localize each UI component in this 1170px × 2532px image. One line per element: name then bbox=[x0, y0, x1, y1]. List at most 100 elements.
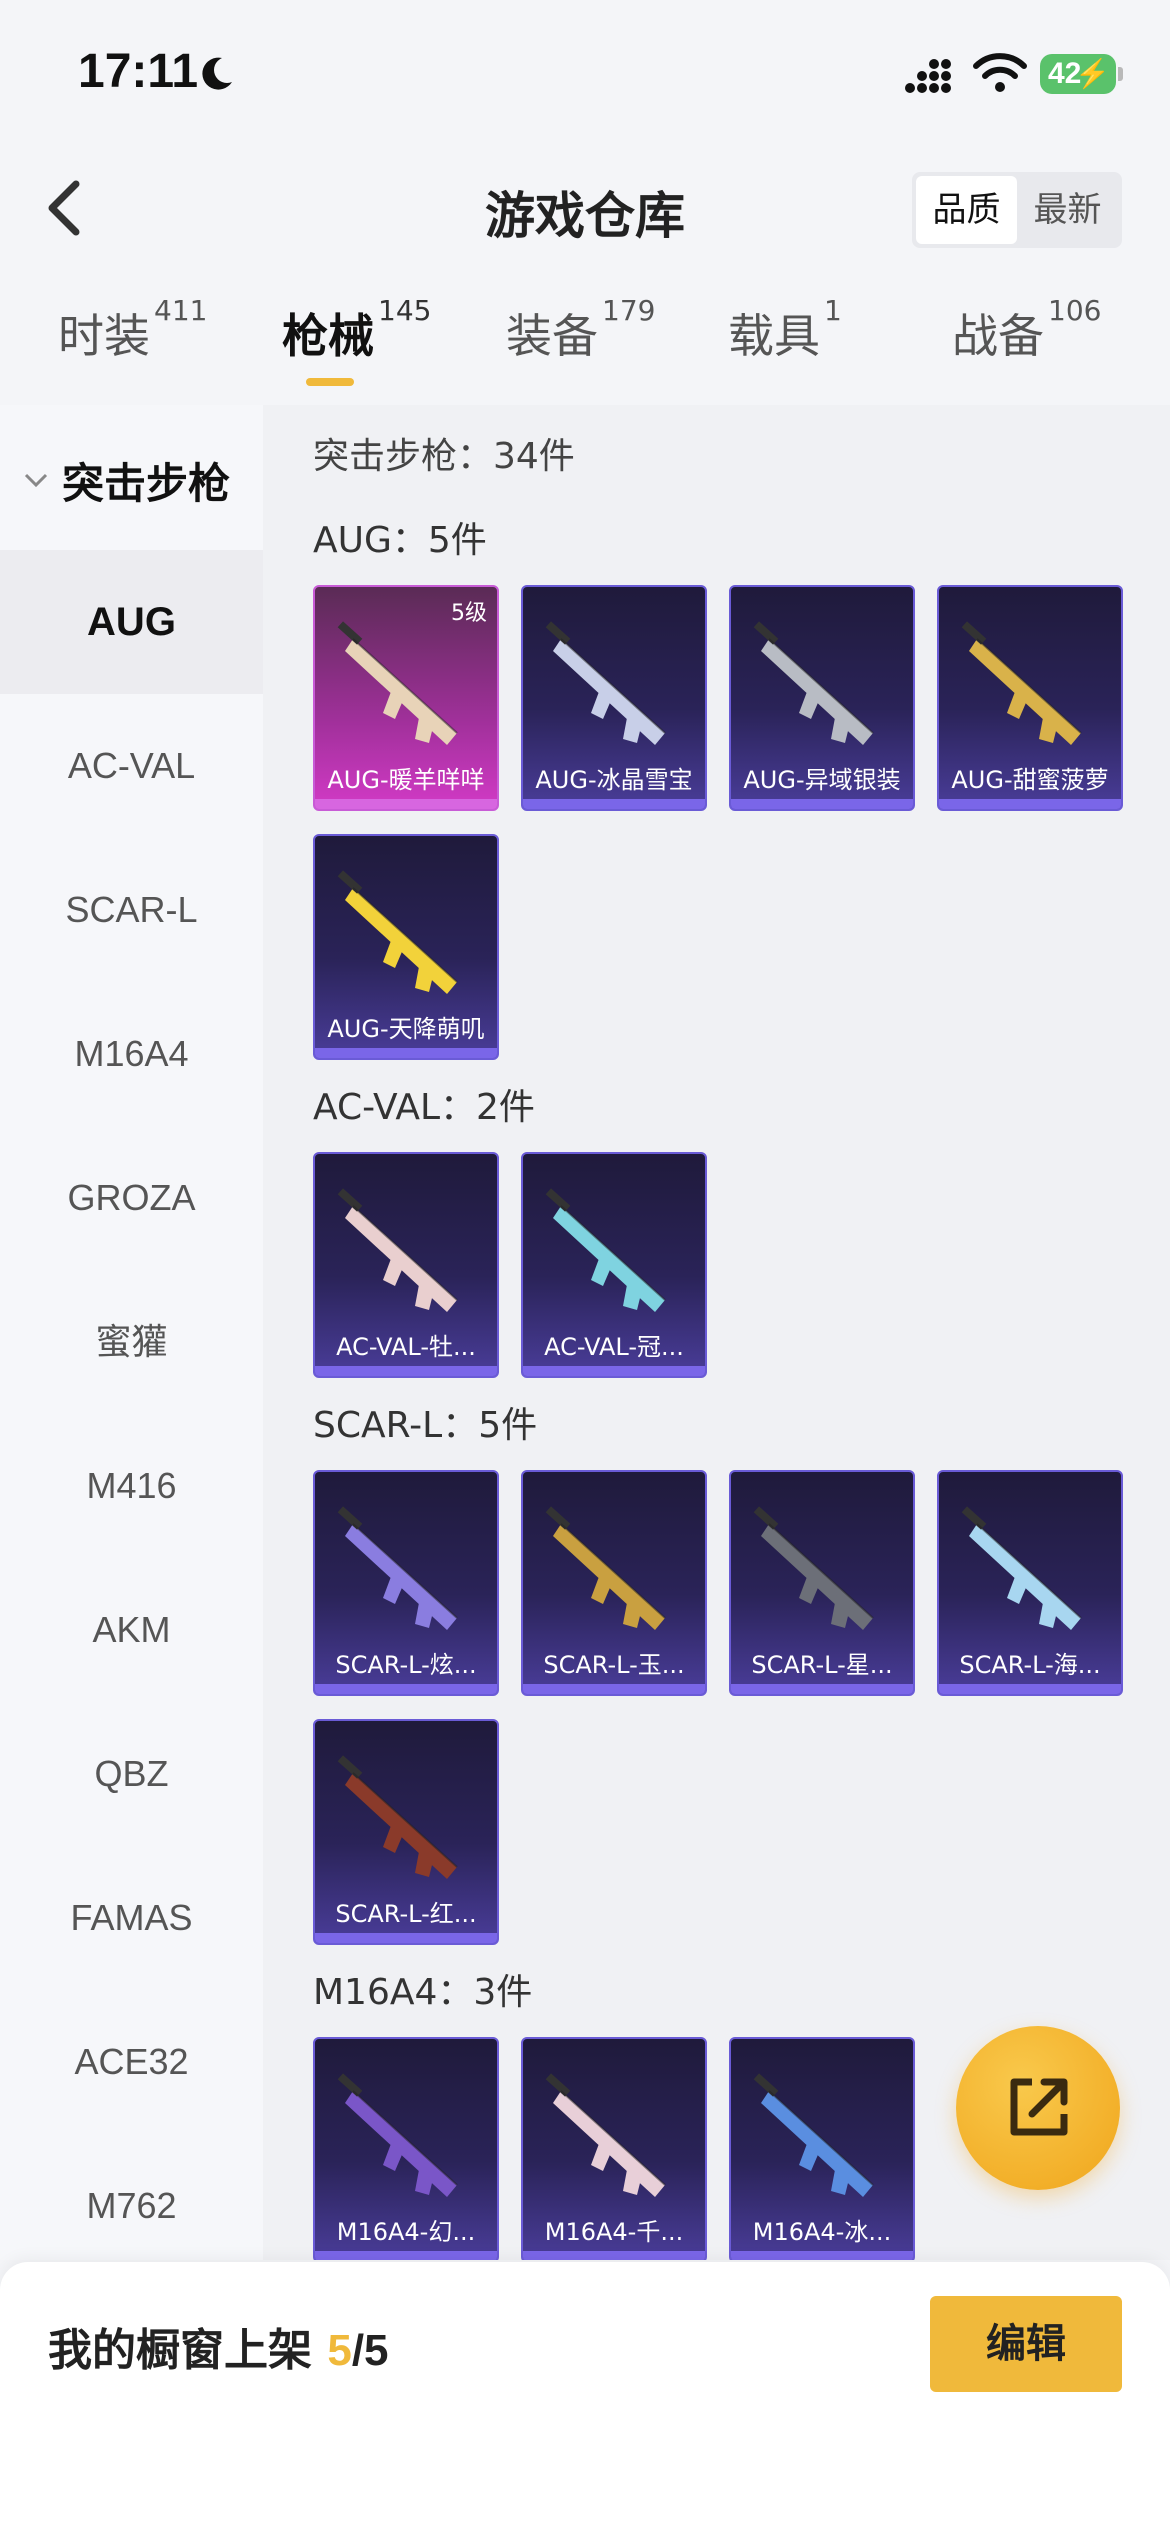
rifle-icon bbox=[337, 2073, 458, 2197]
skin-card[interactable]: AUG-甜蜜菠萝 bbox=[937, 585, 1123, 811]
tab-count: 145 bbox=[378, 294, 432, 327]
tab-equipment[interactable]: 装备 179 bbox=[506, 294, 655, 366]
skin-card[interactable]: AC-VAL-冠... bbox=[521, 1152, 707, 1378]
skin-name: SCAR-L-海... bbox=[959, 1651, 1101, 1679]
skin-card[interactable]: M16A4-幻... bbox=[313, 2037, 499, 2260]
skin-name: M16A4-冰... bbox=[752, 2218, 892, 2246]
rifle-icon bbox=[545, 1188, 666, 1312]
skin-name: AC-VAL-冠... bbox=[544, 1333, 684, 1361]
sidebar-item-groza[interactable]: GROZA bbox=[0, 1126, 263, 1270]
weapon-grid: 突击步枪：34件 AUG：5件 5级 AUG-暖羊咩咩 AUG-冰晶雪宝 AUG… bbox=[263, 405, 1170, 2260]
share-button[interactable] bbox=[956, 2026, 1120, 2190]
rifle-icon bbox=[753, 621, 874, 745]
skin-name: AC-VAL-牡... bbox=[336, 1333, 476, 1361]
tab-costume[interactable]: 时装 411 bbox=[58, 294, 207, 366]
sidebar-item-qbz[interactable]: QBZ bbox=[0, 1702, 263, 1846]
showcase-current-count: 5 bbox=[327, 2326, 352, 2375]
sidebar-item-ac-val[interactable]: AC-VAL bbox=[0, 694, 263, 838]
sort-option-quality[interactable]: 品质 bbox=[916, 176, 1017, 244]
skin-name: AUG-异域银装 bbox=[743, 766, 901, 794]
sidebar-item-aug[interactable]: AUG bbox=[0, 550, 263, 694]
showcase-label: 我的橱窗上架 bbox=[48, 2325, 312, 2376]
chevron-down-icon bbox=[24, 473, 48, 488]
skin-name: SCAR-L-红... bbox=[335, 1900, 477, 1928]
share-external-icon bbox=[1010, 2078, 1068, 2136]
weapon-sidebar: 突击步枪 AUG AC-VAL SCAR-L M16A4 GROZA 蜜獾 M4… bbox=[0, 405, 263, 2260]
tab-battle-gear[interactable]: 战备 106 bbox=[952, 294, 1101, 366]
rifle-icon bbox=[337, 870, 458, 994]
tab-label: 枪械 bbox=[282, 309, 374, 363]
skin-card[interactable]: AUG-天降萌叽 bbox=[313, 834, 499, 1060]
skin-name: SCAR-L-玉... bbox=[543, 1651, 685, 1679]
status-time: 17:11 bbox=[78, 45, 199, 98]
header: 游戏仓库 品质 最新 bbox=[0, 140, 1170, 270]
active-tab-indicator bbox=[306, 378, 354, 386]
rifle-icon bbox=[545, 1506, 666, 1630]
skin-name: M16A4-幻... bbox=[336, 2218, 476, 2246]
skin-card[interactable]: AUG-冰晶雪宝 bbox=[521, 585, 707, 811]
skin-name: M16A4-千... bbox=[544, 2218, 684, 2246]
charging-icon: ⚡ bbox=[1075, 58, 1110, 89]
sidebar-item-m762[interactable]: M762 bbox=[0, 2134, 263, 2278]
sidebar-item-m16a4[interactable]: M16A4 bbox=[0, 982, 263, 1126]
section-summary: 突击步枪：34件 bbox=[313, 436, 575, 477]
group-title-ac-val: AC-VAL：2件 bbox=[313, 1087, 535, 1128]
group-title-scar-l: SCAR-L：5件 bbox=[313, 1405, 538, 1446]
rifle-icon bbox=[753, 2073, 874, 2197]
sidebar-category-assault-rifle[interactable]: 突击步枪 bbox=[0, 435, 263, 525]
sidebar-item-m416[interactable]: M416 bbox=[0, 1414, 263, 1558]
tab-count: 179 bbox=[602, 294, 656, 327]
skin-card[interactable]: SCAR-L-玉... bbox=[521, 1470, 707, 1696]
showcase-bar: 我的橱窗上架 5/5 编辑 bbox=[0, 2262, 1170, 2532]
skin-card[interactable]: SCAR-L-星... bbox=[729, 1470, 915, 1696]
skin-level-badge: 5级 bbox=[451, 601, 487, 626]
rifle-icon bbox=[337, 1506, 458, 1630]
skin-card[interactable]: M16A4-千... bbox=[521, 2037, 707, 2260]
sort-toggle[interactable]: 品质 最新 bbox=[912, 172, 1122, 248]
skin-card[interactable]: AC-VAL-牡... bbox=[313, 1152, 499, 1378]
showcase-status: 我的橱窗上架 5/5 bbox=[48, 2314, 389, 2378]
rifle-icon bbox=[961, 1506, 1082, 1630]
skin-card[interactable]: AUG-异域银装 bbox=[729, 585, 915, 811]
category-tabs: 时装 411 枪械 145 装备 179 载具 1 战备 106 bbox=[0, 290, 1170, 400]
edit-button[interactable]: 编辑 bbox=[930, 2296, 1122, 2392]
sidebar-item-akm[interactable]: AKM bbox=[0, 1558, 263, 1702]
skin-name: SCAR-L-星... bbox=[751, 1651, 893, 1679]
status-bar: 17:11 42 ⚡ bbox=[0, 0, 1170, 140]
tab-count: 411 bbox=[154, 294, 208, 327]
tab-label: 装备 bbox=[506, 309, 598, 363]
skin-name: AUG-暖羊咩咩 bbox=[327, 766, 485, 794]
tab-label: 时装 bbox=[58, 309, 150, 363]
skin-card[interactable]: SCAR-L-炫... bbox=[313, 1470, 499, 1696]
skin-name: AUG-天降萌叽 bbox=[327, 1015, 485, 1043]
tab-count: 106 bbox=[1048, 294, 1102, 327]
rifle-icon bbox=[337, 1188, 458, 1312]
skin-card[interactable]: SCAR-L-红... bbox=[313, 1719, 499, 1945]
rifle-icon bbox=[337, 1755, 458, 1879]
tab-label: 战备 bbox=[952, 309, 1044, 363]
tab-count: 1 bbox=[824, 294, 842, 327]
group-title-aug: AUG：5件 bbox=[313, 520, 487, 561]
rifle-icon bbox=[545, 621, 666, 745]
showcase-total-count: /5 bbox=[351, 2326, 389, 2375]
skin-card[interactable]: SCAR-L-海... bbox=[937, 1470, 1123, 1696]
sidebar-item-honey-badger[interactable]: 蜜獾 bbox=[0, 1270, 263, 1414]
tab-label: 载具 bbox=[728, 309, 820, 363]
moon-icon bbox=[202, 57, 232, 90]
rifle-icon bbox=[545, 2073, 666, 2197]
skin-name: AUG-冰晶雪宝 bbox=[535, 766, 693, 794]
tab-guns[interactable]: 枪械 145 bbox=[282, 294, 431, 366]
skin-name: AUG-甜蜜菠萝 bbox=[951, 766, 1109, 794]
battery-indicator: 42 ⚡ bbox=[1040, 54, 1123, 94]
sort-option-newest[interactable]: 最新 bbox=[1017, 176, 1118, 244]
sidebar-item-scar-l[interactable]: SCAR-L bbox=[0, 838, 263, 982]
sidebar-item-famas[interactable]: FAMAS bbox=[0, 1846, 263, 1990]
skin-card[interactable]: 5级 AUG-暖羊咩咩 bbox=[313, 585, 499, 811]
rifle-icon bbox=[753, 1506, 874, 1630]
sidebar-item-ace32[interactable]: ACE32 bbox=[0, 1990, 263, 2134]
tab-vehicles[interactable]: 载具 1 bbox=[728, 294, 842, 366]
skin-card[interactable]: M16A4-冰... bbox=[729, 2037, 915, 2260]
group-title-m16a4: M16A4：3件 bbox=[313, 1972, 533, 2013]
wifi-icon bbox=[973, 53, 1027, 92]
skin-name: SCAR-L-炫... bbox=[335, 1651, 477, 1679]
